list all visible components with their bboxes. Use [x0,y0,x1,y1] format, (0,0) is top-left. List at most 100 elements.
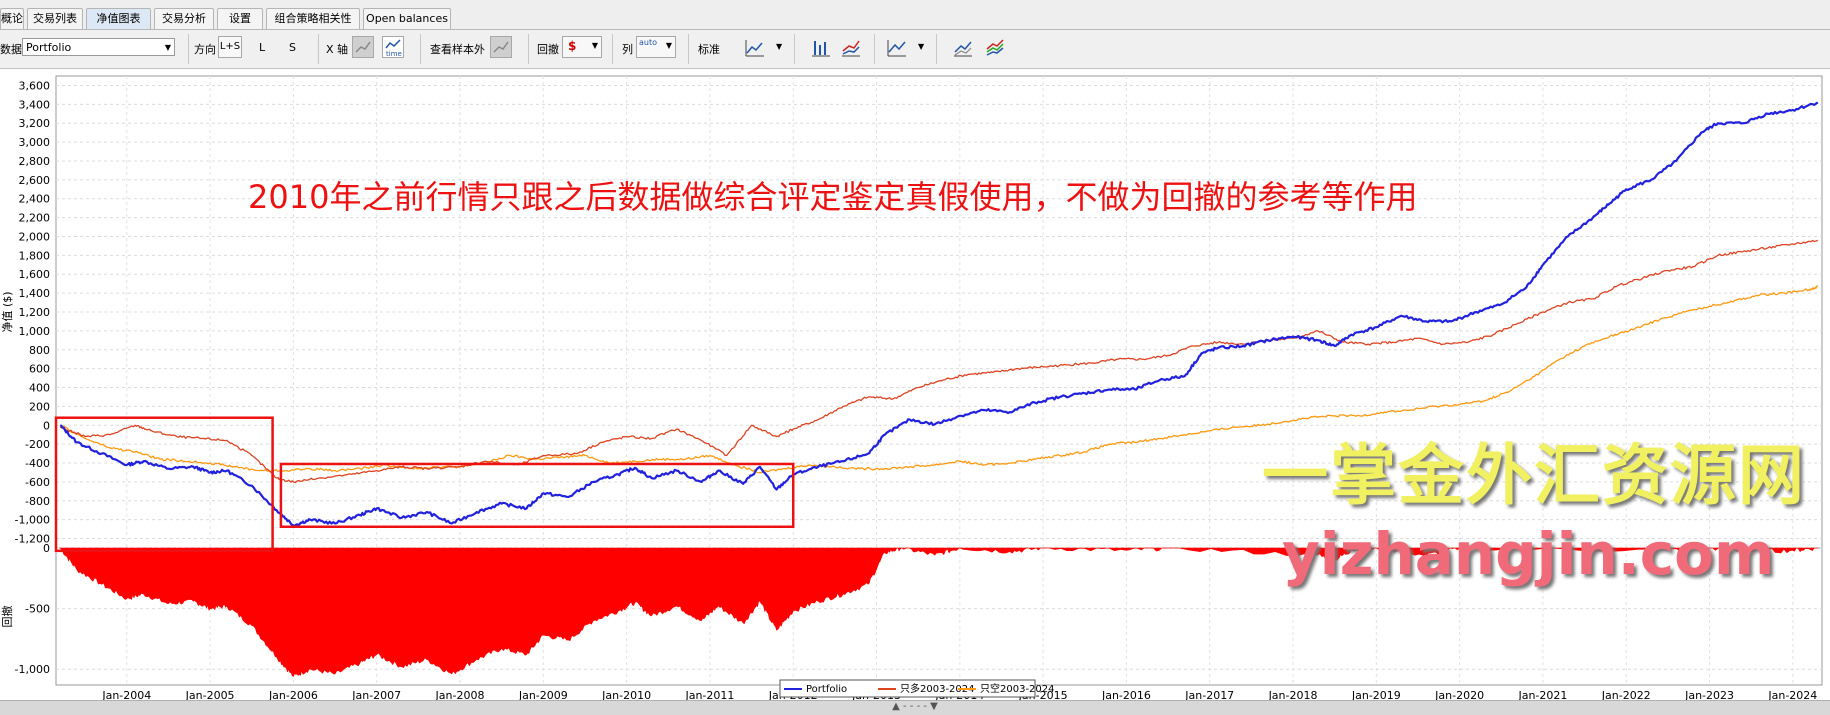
drawdown-select[interactable]: $ ▼ [562,36,602,58]
drawdown-axis-title: 回撤 [0,606,14,628]
drawdown-label: 回撤 [537,43,559,56]
y-tick-label: -1,000 [15,514,50,527]
x-tick-label: Jan-2016 [1101,689,1151,700]
y-tick-label: 2,600 [19,174,51,187]
y-tick-label: -200 [25,438,50,451]
y-tick-label: 1,000 [19,325,51,338]
tab-overview[interactable]: 概论 [0,8,24,29]
out-of-sample-button[interactable] [490,36,512,58]
x-tick-label: Jan-2020 [1434,689,1484,700]
all-series-button[interactable] [984,37,1006,59]
drawdown-y-tick-label: -1,000 [15,663,50,676]
legend: Portfolio 只多2003-2024 只空2003-2024 [779,679,1055,698]
chevron-down-icon[interactable]: ▼ [918,42,924,51]
bar-chart-icon [812,41,830,57]
direction-label: 方向 [194,43,216,56]
columns-label: 列 [622,43,633,56]
x-tick-label: Jan-2008 [435,689,485,700]
splitter-handle[interactable]: ▲ - - - - ▼ [0,700,1830,715]
dollar-icon: $ [568,39,577,53]
x-tick-label: Jan-2018 [1268,689,1318,700]
tab-equity-chart[interactable]: 净值图表 [86,8,151,29]
x-tick-label: Jan-2023 [1684,689,1734,700]
toolbar-separator [794,34,795,64]
toolbar-separator [936,34,937,64]
line-chart-icon [493,41,509,53]
toolbar: 数据 Portfolio ▼ 方向 L+S L S X 轴 time 查看样本外… [0,30,1830,69]
equity-chart: 3,600 3,400 3,200 3,000 2,800 2,600 2,400 2,200… [0,69,1830,702]
tab-trade-analysis[interactable]: 交易分析 [154,8,214,29]
y-tick-label: 200 [29,400,50,413]
all-series-icon [986,39,1004,56]
chevron-down-icon: ▼ [665,41,672,50]
toolbar-separator [420,34,421,64]
y-tick-label: 3,000 [19,136,51,149]
xaxis-time-button[interactable]: time [382,36,404,58]
x-tick-label: Jan-2011 [684,689,734,700]
chevron-down-icon: ▼ [591,41,598,50]
y-tick-label: 1,200 [19,306,51,319]
y-tick-label: -800 [25,495,50,508]
time-icon-text: time [386,50,402,57]
data-label: 数据 [0,43,22,56]
y-tick-label: 1,800 [19,249,51,262]
xaxis-label: X 轴 [326,43,349,56]
x-tick-label: Jan-2019 [1351,689,1401,700]
tab-settings[interactable]: 设置 [217,8,263,29]
y-tick-label: 3,400 [19,98,51,111]
y-tick-label: 2,400 [19,193,51,206]
auto-icon: auto [639,38,658,47]
line-view-icon [887,40,906,57]
toolbar-separator [318,34,319,64]
x-tick-label: Jan-2024 [1767,689,1817,700]
tab-bar: 概论 交易列表 净值图表 交易分析 设置 组合策略相关性 Open balanc… [0,0,1830,30]
y-tick-label: 2,800 [19,155,51,168]
direction-long-short-button[interactable]: L+S [218,36,242,58]
line-chart-icon [355,41,371,53]
direction-short-button[interactable]: S [289,41,296,54]
drawdown-y-tick-label: 0 [43,542,50,555]
toolbar-separator [874,34,875,64]
benchmark-select[interactable] [744,37,766,59]
time-chart-icon: time [385,39,402,58]
y-tick-label: 0 [43,419,50,432]
benchmark-chart-icon [745,40,764,57]
drawdown-y-tick-label: -500 [25,603,50,616]
y-tick-label: 2,200 [19,212,51,225]
out-of-sample-label: 查看样本外 [430,43,485,56]
y-tick-label: 2,000 [19,230,51,243]
x-tick-label: Jan-2004 [101,689,151,700]
x-tick-label: Jan-2017 [1184,689,1234,700]
x-tick-label: Jan-2021 [1517,689,1567,700]
direction-long-button[interactable]: L [259,41,265,54]
y-tick-label: -600 [25,476,50,489]
legend-label: Portfolio [806,684,847,695]
columns-select[interactable]: auto ▼ [636,36,676,58]
toolbar-separator [688,34,689,64]
tab-portfolio-correlation[interactable]: 组合策略相关性 [266,8,360,29]
equity-chart-svg: 3,600 3,400 3,200 3,000 2,800 2,600 2,400 2,200… [0,75,1823,702]
benchmark-label: 标准 [698,43,720,56]
line-compare-button[interactable] [840,37,862,59]
y-tick-label: 1,600 [19,268,51,281]
watermark-url: yizhangjin.com [1282,520,1775,588]
chevron-down-icon[interactable]: ▼ [776,42,782,51]
data-select[interactable]: Portfolio ▼ [22,38,175,56]
y-tick-label: 3,600 [19,79,51,92]
multi-line-button[interactable] [952,37,974,59]
data-select-value: Portfolio [26,41,72,54]
y-tick-label: 400 [29,382,50,395]
toolbar-separator [612,34,613,64]
xaxis-trades-button[interactable] [352,36,374,58]
bar-chart-button[interactable] [810,37,832,59]
y-tick-label: 3,200 [19,117,51,130]
x-tick-label: Jan-2010 [601,689,651,700]
x-tick-label: Jan-2009 [518,689,568,700]
watermark-title: 一掌金外汇资源网 [1262,437,1806,514]
tab-trade-list[interactable]: 交易列表 [27,8,83,29]
line-view-select[interactable] [886,37,908,59]
tab-open-balances[interactable]: Open balances [363,8,451,29]
y-axis-title: 净值 ($) [0,291,14,332]
toolbar-separator [188,34,189,64]
y-tick-label: 600 [29,363,50,376]
